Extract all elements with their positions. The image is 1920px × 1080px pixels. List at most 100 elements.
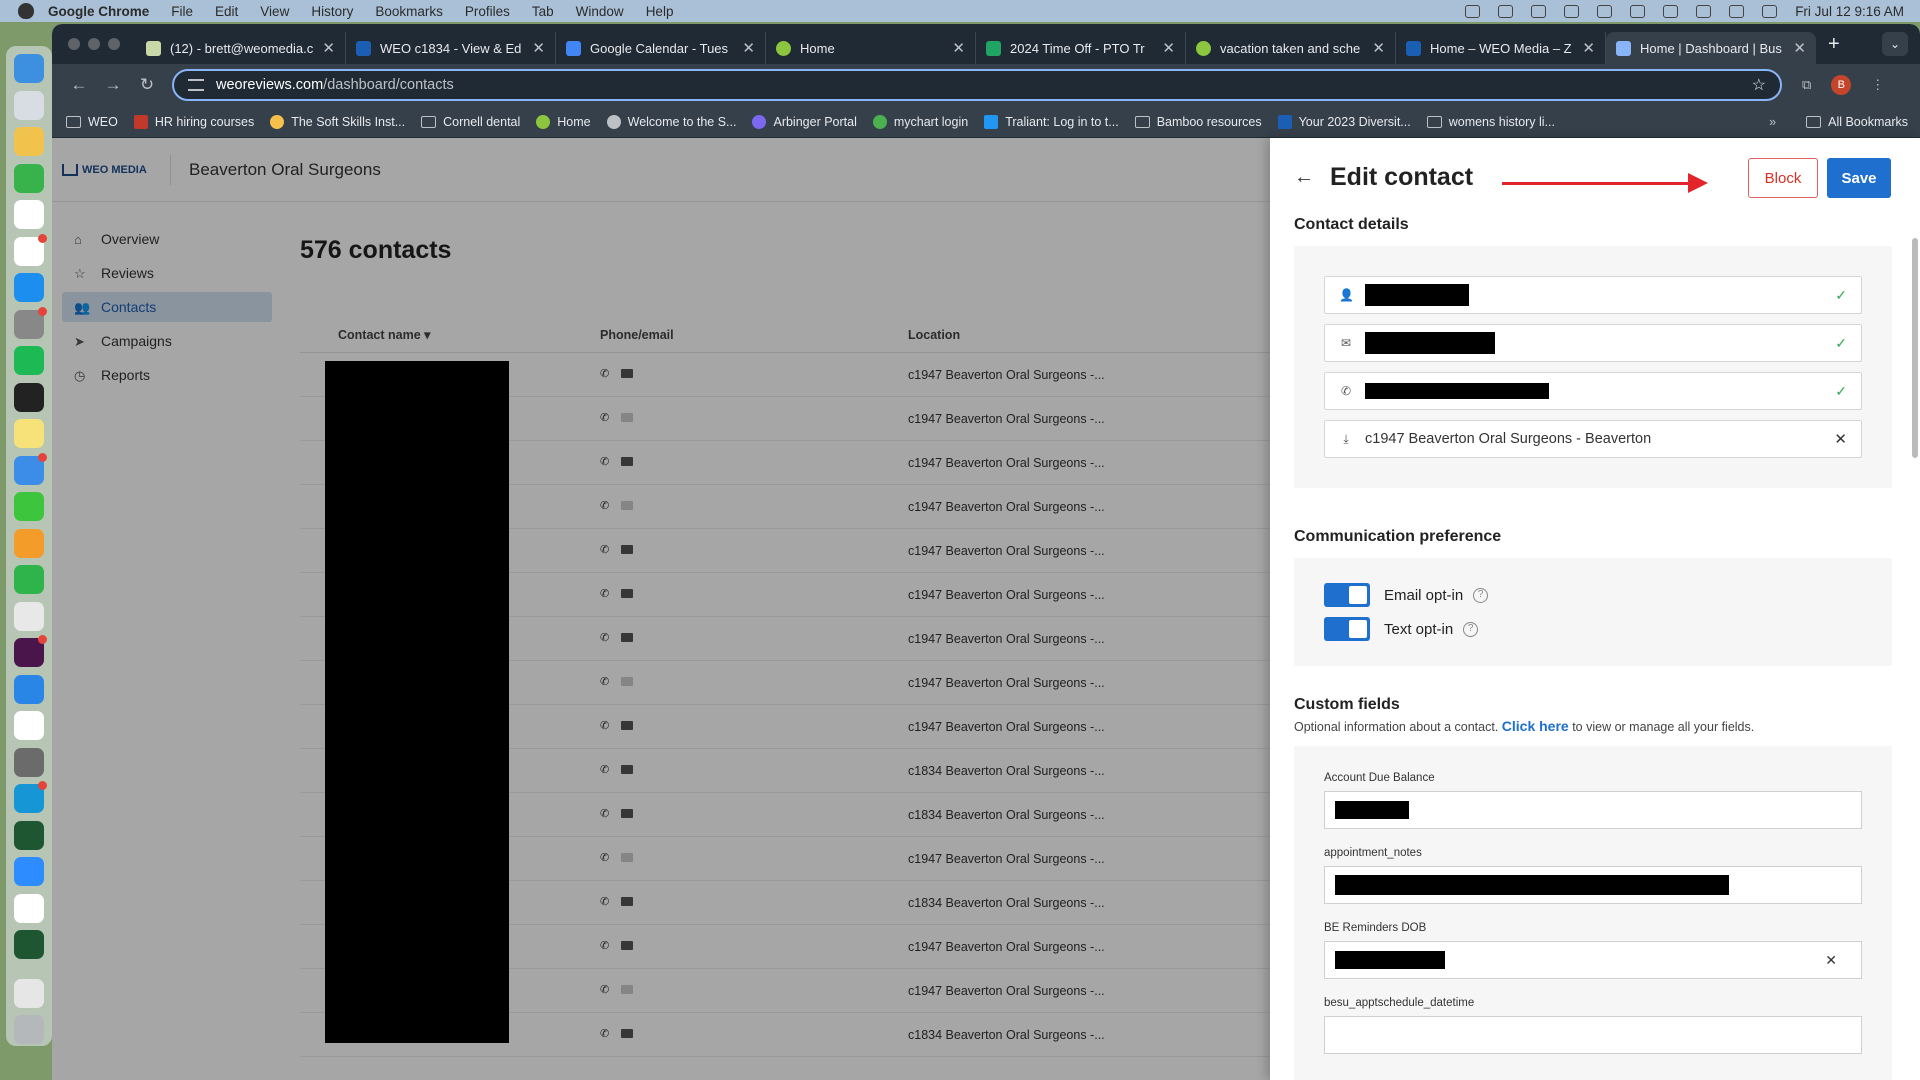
- drawer-scrollbar[interactable]: [1912, 238, 1918, 458]
- back-arrow-icon[interactable]: ←: [1294, 166, 1314, 189]
- all-bookmarks[interactable]: All Bookmarks: [1806, 115, 1908, 129]
- close-tab-icon[interactable]: ✕: [1162, 39, 1175, 57]
- pages-icon[interactable]: [14, 528, 44, 558]
- name-field[interactable]: 👤 ✓: [1324, 276, 1862, 314]
- email-optin-toggle[interactable]: [1324, 583, 1370, 607]
- bookmark-womens-history[interactable]: womens history li...: [1426, 115, 1555, 129]
- spotify-icon[interactable]: [14, 346, 44, 375]
- bookmark-hr-hiring[interactable]: HR hiring courses: [133, 114, 254, 129]
- chrome-menu-icon[interactable]: ⋮: [1871, 77, 1884, 93]
- safari-icon[interactable]: [14, 674, 44, 704]
- search-icon[interactable]: [1729, 4, 1745, 18]
- tab-weo-media[interactable]: Home – WEO Media – Z ✕: [1396, 32, 1606, 64]
- help-icon[interactable]: ?: [1473, 587, 1489, 603]
- close-tab-icon[interactable]: ✕: [1582, 39, 1595, 57]
- numbers-icon[interactable]: [14, 565, 44, 594]
- bookmark-diversity[interactable]: Your 2023 Diversit...: [1277, 114, 1411, 129]
- help-icon[interactable]: ?: [1463, 621, 1479, 637]
- forward-arrow-icon[interactable]: →: [96, 75, 130, 95]
- kandji-icon[interactable]: [14, 781, 47, 813]
- tab-vacation[interactable]: vacation taken and sche ✕: [1186, 32, 1396, 64]
- status-a-icon[interactable]: [1531, 4, 1547, 18]
- bookmark-soft-skills[interactable]: The Soft Skills Inst...: [270, 114, 405, 129]
- tab-search-chevron-icon[interactable]: ⌄: [1882, 32, 1908, 56]
- menu-edit[interactable]: Edit: [215, 4, 238, 19]
- clear-dob-icon[interactable]: ✕: [1825, 952, 1837, 969]
- save-button[interactable]: Save: [1827, 158, 1891, 198]
- calculator-icon[interactable]: [14, 747, 44, 777]
- status-k-icon[interactable]: [1465, 4, 1481, 18]
- click-here-link[interactable]: Click here: [1502, 718, 1569, 734]
- photos-icon[interactable]: [14, 127, 44, 156]
- profile-avatar[interactable]: B: [1831, 75, 1852, 95]
- dob-input[interactable]: ✕: [1324, 941, 1862, 979]
- bookmark-cornell-dental[interactable]: Cornell dental: [421, 115, 520, 129]
- block-button[interactable]: Block: [1748, 158, 1818, 198]
- finder-icon[interactable]: [14, 54, 44, 83]
- wps-office-icon[interactable]: [14, 601, 44, 631]
- close-tab-icon[interactable]: ✕: [742, 39, 755, 57]
- tab-home[interactable]: Home ✕: [766, 32, 976, 64]
- zoom-icon[interactable]: [14, 857, 44, 886]
- menu-view[interactable]: View: [260, 4, 289, 19]
- clear-location-icon[interactable]: ✕: [1834, 430, 1847, 448]
- close-window-button[interactable]: [68, 38, 80, 50]
- notes-icon[interactable]: [14, 419, 44, 448]
- system-settings-icon[interactable]: [14, 306, 47, 339]
- status-grid-icon[interactable]: [1498, 4, 1514, 18]
- minimize-window-button[interactable]: [88, 38, 100, 50]
- launchpad-icon[interactable]: [14, 90, 44, 120]
- messages-icon[interactable]: [14, 492, 44, 521]
- check-app-icon[interactable]: [14, 820, 44, 850]
- clock-app-icon[interactable]: [14, 382, 44, 412]
- bookmark-bamboo[interactable]: Bamboo resources: [1134, 115, 1262, 129]
- appt-datetime-input[interactable]: [1324, 1016, 1862, 1054]
- bluetooth-icon[interactable]: [1630, 4, 1646, 18]
- reload-icon[interactable]: ↻: [130, 75, 164, 95]
- close-tab-icon[interactable]: ✕: [322, 39, 335, 57]
- tab-weo-c1834[interactable]: WEO c1834 - View & Ed ✕: [346, 32, 556, 64]
- back-arrow-icon[interactable]: ←: [62, 75, 96, 95]
- slack-icon[interactable]: [14, 635, 47, 667]
- appointment-notes-input[interactable]: [1324, 866, 1862, 904]
- bookmark-mychart[interactable]: mychart login: [872, 114, 968, 129]
- app-store-icon[interactable]: [14, 273, 44, 302]
- menu-help[interactable]: Help: [646, 4, 674, 19]
- close-tab-icon[interactable]: ✕: [1372, 39, 1385, 57]
- reminders-icon[interactable]: [14, 233, 47, 266]
- tab-google-calendar[interactable]: Google Calendar - Tues ✕: [556, 32, 766, 64]
- modal-overlay[interactable]: [52, 138, 1270, 1080]
- menubar-clock[interactable]: Fri Jul 12 9:16 AM: [1795, 4, 1904, 19]
- tab-dashboard[interactable]: Home | Dashboard | Bus ✕: [1606, 32, 1816, 64]
- phone-field[interactable]: ✆ ✓: [1324, 372, 1862, 410]
- bookmark-traliant[interactable]: Traliant: Log in to t...: [984, 114, 1119, 129]
- check-app-2-icon[interactable]: [14, 930, 44, 959]
- location-field[interactable]: ⤓ c1947 Beaverton Oral Surgeons - Beavert…: [1324, 420, 1862, 458]
- close-tab-icon[interactable]: ✕: [1793, 39, 1806, 57]
- calendar-icon[interactable]: [14, 200, 44, 229]
- close-tab-icon[interactable]: ✕: [532, 39, 545, 57]
- email-field[interactable]: ✉ ✓: [1324, 324, 1862, 362]
- menu-bookmarks[interactable]: Bookmarks: [375, 4, 443, 19]
- status-wifi-icon[interactable]: [1564, 4, 1580, 18]
- more-bookmarks-chevron-icon[interactable]: »: [1769, 115, 1776, 129]
- menubar-app-name[interactable]: Google Chrome: [48, 4, 149, 19]
- menu-window[interactable]: Window: [576, 4, 624, 19]
- tab-pto[interactable]: 2024 Time Off - PTO Tr ✕: [976, 32, 1186, 64]
- facetime-icon[interactable]: [14, 163, 44, 193]
- wps-icon[interactable]: [14, 893, 44, 923]
- control-center-icon[interactable]: [1696, 4, 1712, 18]
- wifi-icon[interactable]: [1663, 4, 1679, 18]
- status-play-icon[interactable]: [1597, 4, 1613, 18]
- account-balance-input[interactable]: [1324, 791, 1862, 829]
- menu-history[interactable]: History: [311, 4, 353, 19]
- menu-tab[interactable]: Tab: [532, 4, 554, 19]
- trash-icon[interactable]: [14, 1015, 44, 1044]
- siri-icon[interactable]: [1762, 4, 1778, 18]
- bookmark-arbinger[interactable]: Arbinger Portal: [752, 114, 857, 129]
- menu-profiles[interactable]: Profiles: [465, 4, 510, 19]
- zoom-window-button[interactable]: [108, 38, 120, 50]
- site-info-icon[interactable]: [188, 79, 204, 91]
- new-tab-button[interactable]: +: [1828, 33, 1840, 56]
- extensions-puzzle-icon[interactable]: ⧉: [1802, 77, 1811, 93]
